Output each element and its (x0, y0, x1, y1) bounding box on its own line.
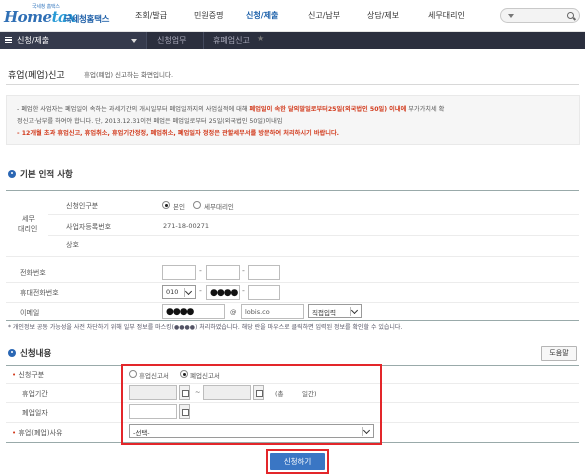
page-title: 휴업(폐업)신고 (8, 71, 65, 81)
table-bottom-border (6, 320, 579, 321)
applicant-self-radio[interactable] (162, 201, 170, 209)
mobile-prefix-select[interactable]: 010 (162, 285, 196, 299)
section-bullet-icon (8, 170, 16, 178)
closing-date-label: 폐업일자 (22, 409, 48, 417)
notice-line-2: 정신고·납부를 하여야 합니다. 단, 2013.12.31이전 폐업은 폐업일… (17, 118, 283, 125)
top-header: 국세청 홈택스 Hometax 국세청홈택스 조회/발급 민원증명 신청/제출 … (0, 0, 585, 32)
phone-label: 전화번호 (20, 269, 46, 277)
email-id-input[interactable]: ●●●● (162, 304, 225, 319)
page-description: 휴업(폐업) 신고하는 화면입니다. (84, 71, 174, 79)
search-box[interactable] (500, 8, 580, 23)
company-label: 상호 (66, 241, 79, 249)
notice-line-3: - 12개월 초과 휴업신고, 휴업취소, 휴업기간정정, 폐업취소, 폐업일자… (17, 130, 340, 137)
table-top-border (6, 190, 579, 191)
phone-part-2-input[interactable] (206, 265, 240, 280)
applicant-agent-label: 세무대리인 (204, 203, 234, 211)
applicant-self-label: 본인 (173, 203, 185, 211)
search-scope-dropdown-icon[interactable] (508, 14, 514, 18)
logo-korean-text: 국세청홈택스 (64, 15, 110, 25)
gnb-item-application[interactable]: 신청/제출 (246, 10, 278, 21)
row-divider (6, 282, 579, 283)
nav-divider (203, 32, 204, 49)
email-domain-input[interactable]: lobis.co (241, 304, 304, 319)
nav-menu-1[interactable]: 신청/제출 (0, 32, 146, 49)
nav-divider (146, 32, 147, 49)
phone-dash: - (242, 266, 245, 275)
row-divider (48, 214, 579, 215)
chevron-down-icon (350, 307, 359, 316)
section-bullet-icon (8, 349, 16, 357)
chevron-down-icon (184, 288, 193, 297)
mobile-dash: - (199, 286, 202, 295)
email-label: 이메일 (20, 309, 40, 317)
bizno-value: 271-18-00271 (163, 222, 210, 230)
row-divider (6, 302, 579, 303)
nav-menu-1-label: 신청/제출 (17, 36, 50, 45)
masking-hint: * 개인정보 공동 가능성을 사전 차단하기 위해 일부 정보를 마스킹(●●●… (8, 324, 403, 331)
email-at-sign: @ (230, 308, 237, 316)
breadcrumb-nav: 신청/제출 신청업무 휴폐업신고 ★ (0, 32, 585, 49)
apply-type-label: • 신청구분 (12, 371, 45, 379)
title-divider (6, 84, 579, 85)
hamburger-icon[interactable] (5, 37, 12, 43)
help-button[interactable]: 도움말 (541, 346, 577, 361)
section-basic-info: 기본 인적 사항 (8, 168, 73, 180)
highlight-frame-application (121, 364, 382, 445)
phone-part-3-input[interactable] (248, 265, 280, 280)
email-domain-select[interactable]: 직접입력 (308, 304, 362, 318)
mobile-mid-input[interactable]: ●●●● (206, 285, 240, 300)
gnb-item-agent[interactable]: 세무대리인 (428, 10, 465, 21)
gnb-item-filing[interactable]: 신고/납부 (308, 10, 340, 21)
gnb-item-consult[interactable]: 상담/제보 (367, 10, 399, 21)
gnb-item-inquiry[interactable]: 조회/발급 (135, 10, 167, 21)
nav-menu-3[interactable]: 휴폐업신고 (213, 35, 250, 46)
row-divider (6, 256, 579, 257)
section-application: 신청내용 (8, 347, 51, 359)
submit-button[interactable]: 신청하기 (270, 453, 325, 470)
applicant-agent-radio[interactable] (193, 201, 201, 209)
phone-part-1-input[interactable] (162, 265, 196, 280)
reason-label: • 휴업(폐업)사유 (12, 429, 63, 437)
nav-menu-2[interactable]: 신청업무 (157, 35, 186, 46)
favorite-star-icon[interactable]: ★ (257, 34, 264, 43)
notice-line-1: - 폐업한 사업자는 폐업일이 속하는 과세기간의 개시일부터 폐업일까지의 사… (17, 106, 445, 113)
period-label: 휴업기간 (22, 390, 48, 398)
row-divider (48, 235, 579, 236)
mobile-dash: - (242, 286, 245, 295)
mobile-last-input[interactable] (248, 285, 280, 300)
bizno-label: 사업자등록번호 (66, 223, 112, 231)
chevron-down-icon[interactable] (131, 39, 137, 43)
gnb-item-certificate[interactable]: 민원증명 (194, 10, 223, 21)
applicant-type-label: 신청인구분 (66, 202, 99, 210)
phone-dash: - (199, 266, 202, 275)
hometax-logo[interactable]: 국세청 홈택스 Hometax 국세청홈택스 (2, 3, 110, 27)
search-icon[interactable] (567, 12, 574, 19)
agent-group-label-1: 세무 (22, 215, 35, 223)
mobile-label: 휴대전화번호 (20, 289, 59, 297)
agent-group-label-2: 대리인 (18, 225, 38, 233)
notice-box: - 폐업한 사업자는 폐업일이 속하는 과세기간의 개시일부터 폐업일까지의 사… (6, 95, 580, 145)
